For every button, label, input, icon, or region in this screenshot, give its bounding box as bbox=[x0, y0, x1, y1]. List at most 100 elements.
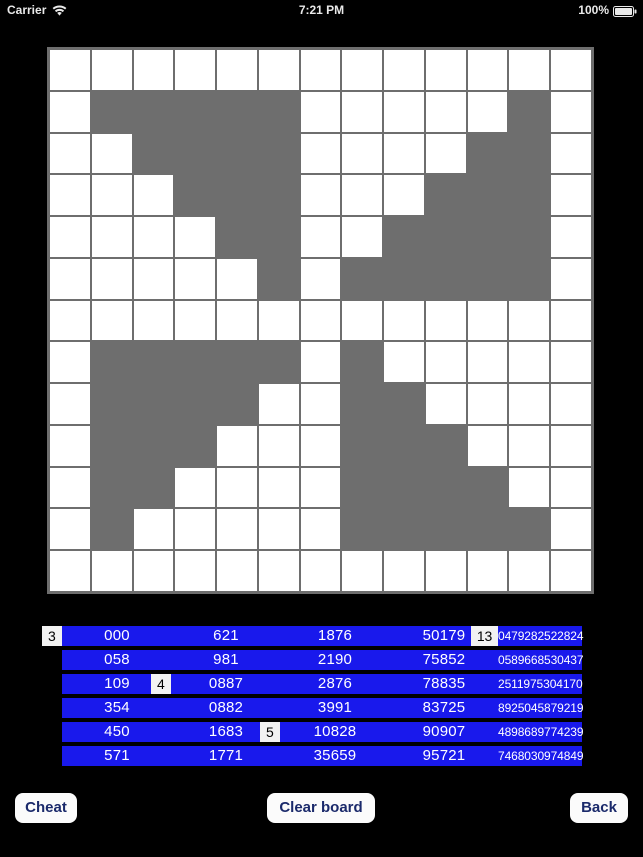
board-cell[interactable] bbox=[550, 299, 592, 342]
board-cell[interactable] bbox=[550, 90, 592, 133]
board-cell[interactable] bbox=[49, 550, 91, 592]
number-list-item[interactable]: 354 bbox=[62, 698, 172, 718]
number-list-item[interactable]: 35659 bbox=[280, 746, 390, 766]
board-cell[interactable] bbox=[508, 257, 551, 300]
board-cell[interactable] bbox=[383, 132, 425, 175]
board-cell[interactable] bbox=[90, 257, 133, 300]
board-cell[interactable] bbox=[383, 216, 425, 258]
board-cell[interactable] bbox=[383, 383, 425, 425]
number-list-item[interactable]: 7468030974849 bbox=[498, 746, 584, 766]
board-cell[interactable] bbox=[341, 90, 384, 133]
board-cell[interactable] bbox=[341, 216, 384, 258]
board-cell[interactable] bbox=[174, 383, 217, 425]
board-cell[interactable] bbox=[508, 132, 551, 175]
board-cell[interactable] bbox=[132, 341, 175, 384]
board-cell[interactable] bbox=[132, 424, 175, 467]
board-cell[interactable] bbox=[550, 424, 592, 467]
board-cell[interactable] bbox=[550, 49, 592, 91]
board-cell[interactable] bbox=[299, 466, 342, 509]
board-cell[interactable] bbox=[424, 216, 467, 258]
board-cell[interactable] bbox=[216, 550, 258, 592]
board-cell[interactable] bbox=[466, 550, 509, 592]
board-cell[interactable] bbox=[257, 49, 300, 91]
board-cell[interactable] bbox=[49, 466, 91, 509]
board-cell[interactable] bbox=[132, 49, 175, 91]
board-cell[interactable] bbox=[49, 174, 91, 217]
number-list-item[interactable]: 0882 bbox=[171, 698, 281, 718]
board-cell[interactable] bbox=[90, 341, 133, 384]
board-cell[interactable] bbox=[550, 508, 592, 551]
board-cell[interactable] bbox=[216, 257, 258, 300]
board-cell[interactable] bbox=[174, 216, 217, 258]
board-cell[interactable] bbox=[90, 49, 133, 91]
board-cell[interactable] bbox=[132, 132, 175, 175]
board-cell[interactable] bbox=[466, 257, 509, 300]
board-cell[interactable] bbox=[49, 49, 91, 91]
board-cell[interactable] bbox=[299, 49, 342, 91]
board-cell[interactable] bbox=[466, 90, 509, 133]
number-list-item[interactable]: 3991 bbox=[280, 698, 390, 718]
number-list-item[interactable]: 1876 bbox=[280, 626, 390, 646]
board-cell[interactable] bbox=[90, 174, 133, 217]
board-cell[interactable] bbox=[550, 257, 592, 300]
board-cell[interactable] bbox=[424, 90, 467, 133]
board-cell[interactable] bbox=[49, 299, 91, 342]
board-cell[interactable] bbox=[257, 299, 300, 342]
board-cell[interactable] bbox=[466, 132, 509, 175]
board-cell[interactable] bbox=[174, 90, 217, 133]
board-cell[interactable] bbox=[424, 508, 467, 551]
board-cell[interactable] bbox=[299, 216, 342, 258]
board-cell[interactable] bbox=[257, 424, 300, 467]
board-cell[interactable] bbox=[299, 132, 342, 175]
board-cell[interactable] bbox=[341, 174, 384, 217]
board-cell[interactable] bbox=[257, 466, 300, 509]
number-list-item[interactable]: 621 bbox=[171, 626, 281, 646]
board-cell[interactable] bbox=[508, 174, 551, 217]
board-cell[interactable] bbox=[383, 49, 425, 91]
board-cell[interactable] bbox=[424, 550, 467, 592]
board-cell[interactable] bbox=[216, 341, 258, 384]
board-cell[interactable] bbox=[90, 383, 133, 425]
board-cell[interactable] bbox=[132, 216, 175, 258]
board-cell[interactable] bbox=[466, 508, 509, 551]
board-cell[interactable] bbox=[424, 257, 467, 300]
board-cell[interactable] bbox=[49, 216, 91, 258]
board-cell[interactable] bbox=[257, 341, 300, 384]
board-cell[interactable] bbox=[424, 174, 467, 217]
board-cell[interactable] bbox=[257, 216, 300, 258]
board-cell[interactable] bbox=[550, 216, 592, 258]
board-cell[interactable] bbox=[508, 383, 551, 425]
board-cell[interactable] bbox=[299, 508, 342, 551]
board-cell[interactable] bbox=[341, 299, 384, 342]
number-list-item[interactable]: 8925045879219 bbox=[498, 698, 584, 718]
number-list-item[interactable]: 1771 bbox=[171, 746, 281, 766]
number-list-item[interactable]: 10828 5 bbox=[260, 722, 390, 742]
number-list-item[interactable]: 2876 bbox=[280, 674, 390, 694]
board-cell[interactable] bbox=[383, 90, 425, 133]
board-cell[interactable] bbox=[174, 341, 217, 384]
board-cell[interactable] bbox=[132, 383, 175, 425]
board-cell[interactable] bbox=[257, 174, 300, 217]
board-cell[interactable] bbox=[132, 90, 175, 133]
board-cell[interactable] bbox=[508, 299, 551, 342]
board-cell[interactable] bbox=[90, 216, 133, 258]
board-cell[interactable] bbox=[341, 424, 384, 467]
number-list-item[interactable]: 0479282522824 13 bbox=[471, 626, 584, 646]
board-cell[interactable] bbox=[216, 424, 258, 467]
board-cell[interactable] bbox=[341, 257, 384, 300]
clear-board-button[interactable]: Clear board bbox=[267, 793, 375, 823]
board-cell[interactable] bbox=[90, 466, 133, 509]
number-list-item[interactable]: 2511975304170 bbox=[498, 674, 583, 694]
board-cell[interactable] bbox=[216, 508, 258, 551]
number-list-item[interactable]: 0887 4 bbox=[151, 674, 281, 694]
cheat-button[interactable]: Cheat bbox=[15, 793, 77, 823]
board-cell[interactable] bbox=[341, 466, 384, 509]
board-cell[interactable] bbox=[299, 90, 342, 133]
board-cell[interactable] bbox=[550, 550, 592, 592]
board-cell[interactable] bbox=[174, 174, 217, 217]
board-cell[interactable] bbox=[49, 257, 91, 300]
board-cell[interactable] bbox=[299, 383, 342, 425]
number-list-item[interactable]: 450 bbox=[62, 722, 172, 742]
board-cell[interactable] bbox=[90, 299, 133, 342]
board-cell[interactable] bbox=[341, 49, 384, 91]
